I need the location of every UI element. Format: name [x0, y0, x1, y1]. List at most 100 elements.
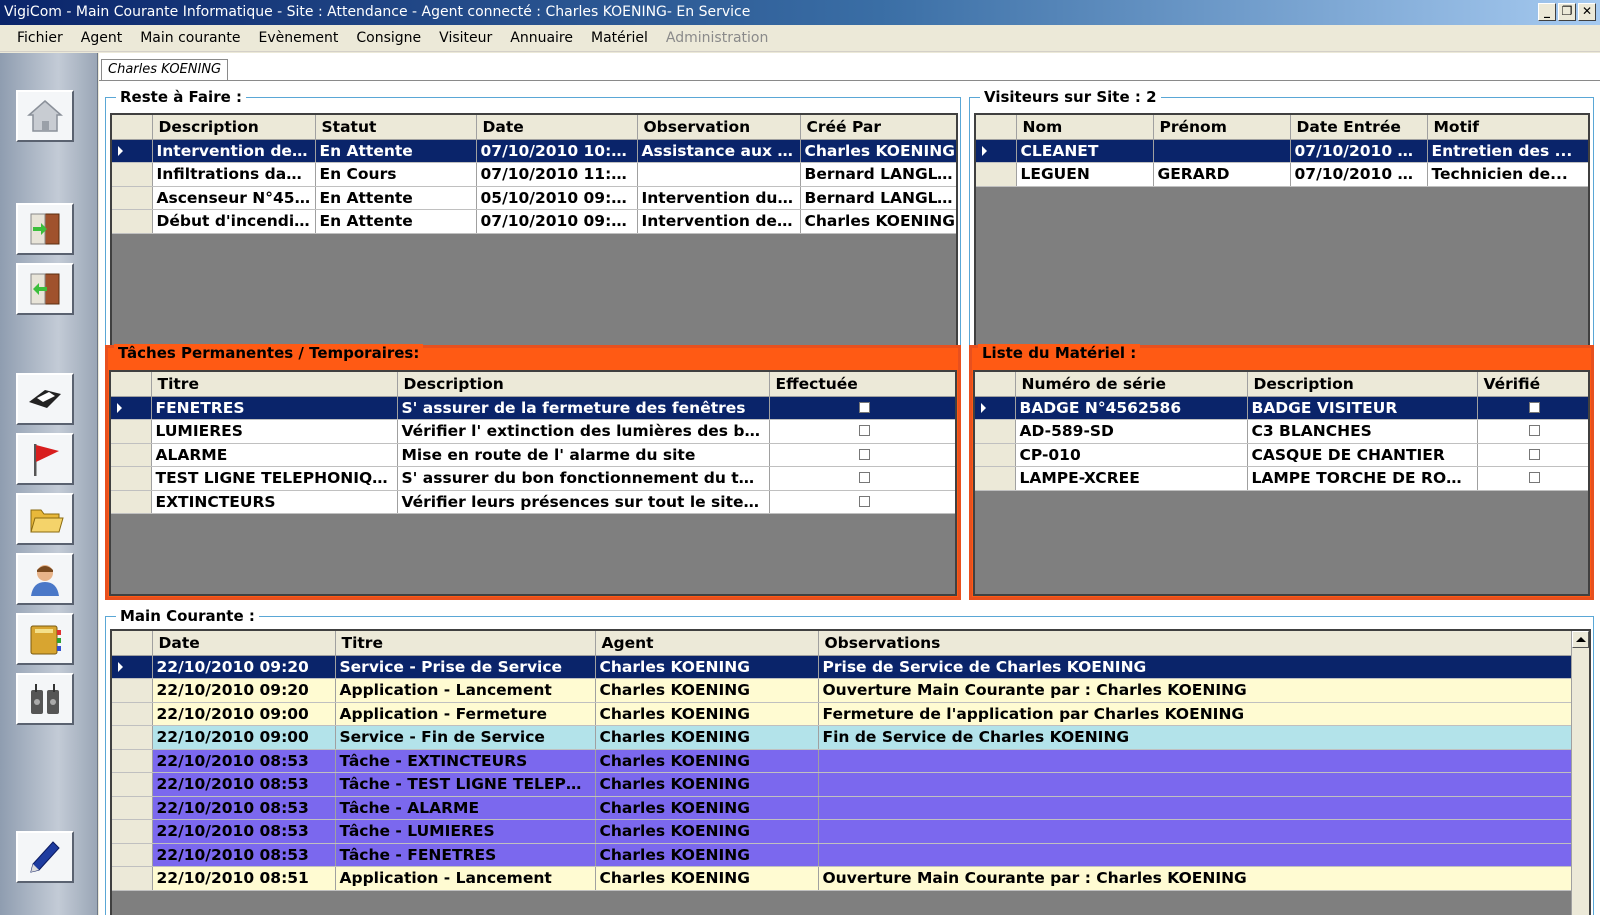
row-selector[interactable] — [111, 443, 152, 467]
row-selector[interactable] — [112, 749, 153, 773]
table-row[interactable]: 22/10/2010 09:00 Service - Fin de Servic… — [112, 725, 1574, 750]
row-selector[interactable] — [111, 396, 152, 420]
row-selector[interactable] — [112, 772, 153, 797]
effectuee-checkbox[interactable] — [858, 448, 870, 460]
effectuee-checkbox[interactable] — [858, 472, 870, 484]
restore-button[interactable]: ❐ — [1558, 3, 1576, 21]
column-header[interactable]: Description — [1247, 372, 1478, 397]
table-row[interactable]: BADGE N°4562586 BADGE VISITEUR — [975, 396, 1588, 420]
table-row[interactable]: 22/10/2010 09:20 Service - Prise de Serv… — [112, 655, 1574, 679]
row-selector[interactable] — [976, 162, 1017, 187]
table-row[interactable]: AD-589-SD C3 BLANCHES — [975, 419, 1588, 444]
table-row[interactable]: Intervention des ... En Attente 07/10/20… — [112, 139, 956, 163]
row-selector[interactable] — [111, 419, 152, 444]
row-selector[interactable] — [112, 162, 153, 187]
menu-evenement[interactable]: Evènement — [250, 30, 348, 46]
row-selector[interactable] — [975, 466, 1016, 491]
scroll-up-button[interactable] — [1572, 631, 1589, 648]
row-selector[interactable] — [976, 139, 1017, 163]
row-selector[interactable] — [112, 819, 153, 844]
materiel-grid[interactable]: Numéro de série Description Vérifié BADG… — [973, 370, 1590, 596]
table-row[interactable]: 22/10/2010 09:00 Application - Fermeture… — [112, 702, 1574, 726]
row-selector[interactable] — [112, 725, 153, 750]
agent-exit-button[interactable] — [16, 263, 74, 315]
row-selector[interactable] — [975, 419, 1016, 444]
row-selector[interactable] — [975, 443, 1016, 467]
menu-agent[interactable]: Agent — [72, 30, 131, 46]
row-selector[interactable] — [111, 490, 152, 514]
column-header[interactable]: Observation — [637, 115, 801, 140]
effectuee-checkbox[interactable] — [858, 401, 870, 413]
home-button[interactable] — [16, 90, 74, 142]
table-row[interactable]: LEGUEN GERARD 07/10/2010 0... Technicien… — [976, 162, 1588, 187]
menu-annuaire[interactable]: Annuaire — [501, 30, 582, 46]
column-header[interactable]: Numéro de série — [1015, 372, 1248, 397]
column-header[interactable]: Description — [397, 372, 770, 397]
column-header[interactable]: Description — [152, 115, 316, 140]
column-header[interactable]: Agent — [595, 631, 819, 656]
effectuee-checkbox[interactable] — [858, 495, 870, 507]
table-row[interactable]: 22/10/2010 08:53 Tâche - EXTINCTEURS Cha… — [112, 749, 1574, 773]
table-row[interactable]: LAMPE-XCREE LAMPE TORCHE DE RONDE — [975, 466, 1588, 491]
row-selector[interactable] — [112, 209, 153, 234]
column-header[interactable]: Date — [476, 115, 638, 140]
column-header[interactable]: Nom — [1016, 115, 1154, 140]
edit-button[interactable] — [16, 831, 74, 883]
table-row[interactable]: Infiltrations dans... En Cours 07/10/201… — [112, 162, 956, 187]
menu-visiteur[interactable]: Visiteur — [430, 30, 501, 46]
menu-main-courante[interactable]: Main courante — [131, 30, 249, 46]
taches-grid[interactable]: Titre Description Effectuée FENETRES S' … — [109, 370, 957, 596]
table-row[interactable]: 22/10/2010 08:53 Tâche - FENETRES Charle… — [112, 843, 1574, 867]
column-header[interactable]: Statut — [315, 115, 477, 140]
equipment-button[interactable] — [16, 673, 74, 725]
close-button[interactable]: ✕ — [1578, 3, 1596, 21]
verifie-checkbox[interactable] — [1529, 425, 1540, 437]
row-selector[interactable] — [112, 866, 153, 891]
column-header[interactable]: Titre — [335, 631, 596, 656]
verifie-checkbox[interactable] — [1529, 401, 1540, 413]
table-row[interactable]: CLEANET 07/10/2010 0... Entretien des ..… — [976, 139, 1588, 163]
column-header[interactable]: Date Entrée — [1290, 115, 1428, 140]
table-row[interactable]: TEST LIGNE TELEPHONIQUE S' assurer du bo… — [111, 466, 955, 491]
table-row[interactable]: 22/10/2010 08:53 Tâche - ALARME Charles … — [112, 796, 1574, 820]
menu-consigne[interactable]: Consigne — [347, 30, 430, 46]
column-header[interactable]: Prénom — [1153, 115, 1291, 140]
table-row[interactable]: 22/10/2010 08:53 Tâche - LUMIERES Charle… — [112, 819, 1574, 844]
row-selector[interactable] — [111, 466, 152, 491]
main-courante-grid[interactable]: Date Titre Agent Observations 22/10/2010… — [110, 629, 1591, 915]
table-row[interactable]: EXTINCTEURS Vérifier leurs présences sur… — [111, 490, 955, 514]
column-header[interactable]: Effectuée — [769, 372, 955, 397]
row-selector[interactable] — [975, 396, 1016, 420]
column-header[interactable]: Titre — [151, 372, 398, 397]
column-header[interactable]: Vérifié — [1477, 372, 1588, 397]
row-selector[interactable] — [112, 702, 153, 726]
column-header[interactable]: Date — [152, 631, 336, 656]
row-selector[interactable] — [112, 843, 153, 867]
row-selector[interactable] — [112, 796, 153, 820]
column-header[interactable]: Observations — [818, 631, 1574, 656]
table-row[interactable]: Ascenseur N°456... En Attente 05/10/2010… — [112, 186, 956, 210]
documents-button[interactable] — [16, 493, 74, 545]
table-row[interactable]: 22/10/2010 09:20 Application - Lancement… — [112, 678, 1574, 703]
menu-materiel[interactable]: Matériel — [582, 30, 657, 46]
table-row[interactable]: 22/10/2010 08:51 Application - Lancement… — [112, 866, 1574, 891]
main-courante-scrollbar[interactable] — [1571, 631, 1589, 915]
verifie-checkbox[interactable] — [1529, 448, 1540, 460]
table-row[interactable]: Début d'incendie... En Attente 07/10/201… — [112, 209, 956, 234]
visitor-button[interactable] — [16, 553, 74, 605]
menu-fichier[interactable]: Fichier — [8, 30, 72, 46]
tab-agent[interactable]: Charles KOENING — [101, 59, 229, 81]
table-row[interactable]: ALARME Mise en route de l' alarme du sit… — [111, 443, 955, 467]
effectuee-checkbox[interactable] — [858, 425, 870, 437]
table-row[interactable]: FENETRES S' assurer de la fermeture des … — [111, 396, 955, 420]
event-button[interactable] — [16, 433, 74, 485]
row-selector[interactable] — [112, 139, 153, 163]
agent-enter-button[interactable] — [16, 203, 74, 255]
table-row[interactable]: CP-010 CASQUE DE CHANTIER — [975, 443, 1588, 467]
verifie-checkbox[interactable] — [1529, 472, 1540, 484]
table-row[interactable]: LUMIERES Vérifier l' extinction des lumi… — [111, 419, 955, 444]
minimize-button[interactable]: _ — [1538, 3, 1556, 21]
column-header[interactable]: Motif — [1427, 115, 1588, 140]
row-selector[interactable] — [112, 186, 153, 210]
directory-button[interactable] — [16, 613, 74, 665]
